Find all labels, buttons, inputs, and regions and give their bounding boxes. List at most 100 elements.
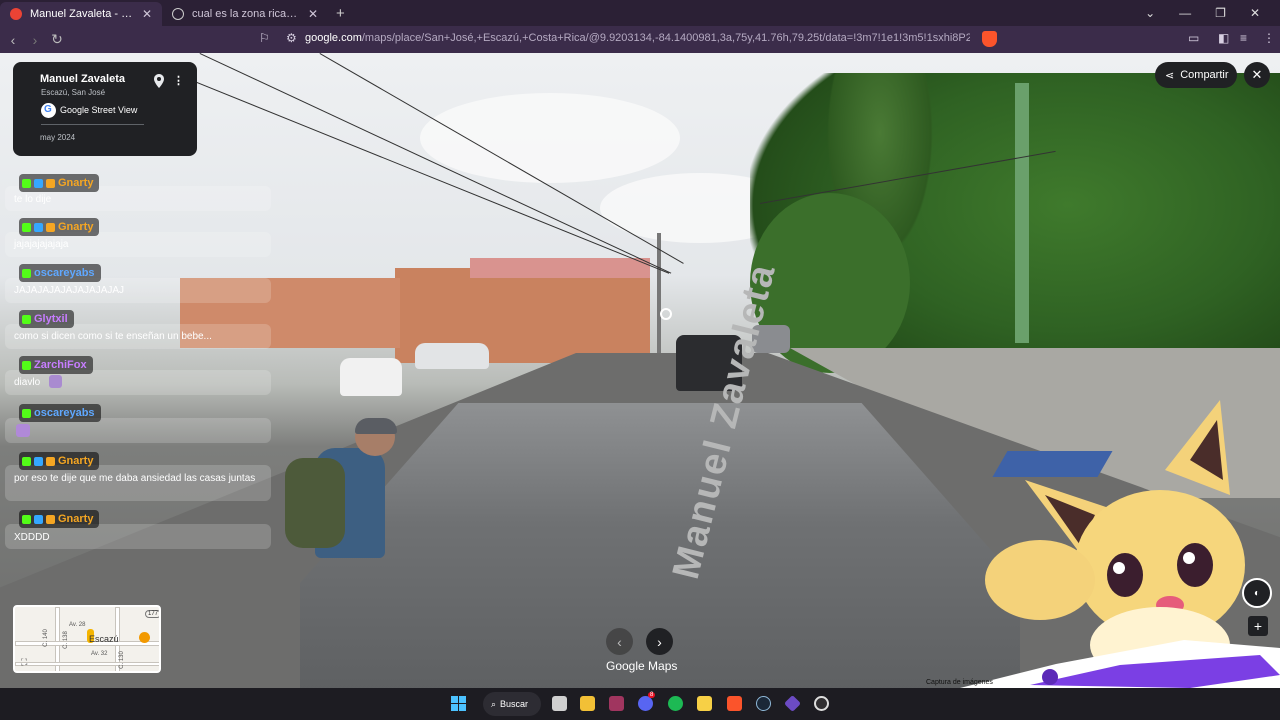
forward-button[interactable]: ›: [24, 32, 46, 48]
menu-icon[interactable]: ≡: [1240, 31, 1247, 45]
task-view-icon[interactable]: [552, 696, 567, 711]
start-tile: [459, 704, 466, 711]
kick-badge-icon: [22, 360, 31, 370]
sub-badge-icon: [34, 222, 43, 232]
start-tile: [459, 696, 466, 703]
url-host: google.com: [305, 32, 362, 44]
street-view-target-icon[interactable]: [660, 308, 672, 320]
kick-badge-icon: [22, 408, 31, 418]
window-controls: ⌄ — ❐ ✕: [1145, 0, 1280, 26]
map-street-label: C. 138: [62, 631, 69, 649]
more-icon[interactable]: ⋮: [1263, 31, 1275, 45]
url-path: /maps/place/San+José,+Escazú,+Costa+Rica…: [361, 32, 970, 44]
place-info-card: Manuel Zavaleta Escazú, San José G Googl…: [13, 62, 197, 156]
url-field[interactable]: google.com/maps/place/San+José,+Escazú,+…: [305, 32, 970, 44]
tab-close-icon[interactable]: ✕: [308, 7, 318, 21]
google-maps-logo: Google Maps: [606, 659, 678, 673]
capture-date[interactable]: may 2024: [40, 133, 75, 142]
chat-user: oscareyabs: [34, 407, 95, 419]
map-street-label: C. 140: [42, 629, 49, 647]
start-tile: [451, 704, 458, 711]
steam-icon[interactable]: [756, 696, 771, 711]
share-icon: ⋖: [1165, 69, 1175, 82]
location-pin-icon[interactable]: [154, 74, 164, 88]
spotify-icon[interactable]: [668, 696, 683, 711]
close-street-view-button[interactable]: ✕: [1244, 62, 1270, 88]
route-badge: 177: [145, 610, 159, 618]
chat-text: te lo dije: [14, 194, 52, 205]
search-favicon-icon: [172, 8, 184, 20]
cap: [355, 418, 397, 434]
brave-shield-icon[interactable]: [982, 31, 997, 47]
chat-user: Glytxil: [34, 313, 68, 325]
utility-pole: [1015, 83, 1029, 343]
discord-icon[interactable]: [638, 696, 653, 711]
chat-user: Gnarty: [58, 177, 94, 189]
chat-user: Gnarty: [58, 513, 94, 525]
chat-username: Gnarty: [19, 174, 100, 192]
tab-title: Manuel Zavaleta - Google Maps: [30, 8, 134, 20]
emote-icon: [16, 424, 30, 437]
windows-start-icon[interactable]: [451, 696, 466, 711]
maximize-button[interactable]: ❐: [1215, 6, 1226, 20]
file-explorer-icon[interactable]: [580, 696, 595, 711]
gift-badge-icon: [46, 456, 55, 466]
back-button[interactable]: ‹: [2, 32, 24, 48]
search-label: Buscar: [500, 699, 529, 709]
parked-car: [340, 358, 402, 396]
map-town-label: Escazú: [89, 634, 119, 644]
cyclist: [285, 418, 397, 618]
minimize-button[interactable]: —: [1179, 6, 1191, 20]
obs-icon[interactable]: [814, 696, 829, 711]
sticky-notes-icon[interactable]: [697, 696, 712, 711]
app-icon[interactable]: [609, 696, 624, 711]
taskbar-search[interactable]: ⌕ Buscar: [483, 692, 541, 716]
divider: [41, 124, 144, 125]
sub-badge-icon: [34, 456, 43, 466]
google-maps-favicon-icon: [10, 8, 22, 20]
tab-google-maps[interactable]: Manuel Zavaleta - Google Maps ✕: [0, 2, 162, 26]
chat-username: oscareyabs: [19, 264, 101, 282]
tab-search[interactable]: cual es la zona rica de costa rica - Bu …: [162, 2, 328, 26]
kick-badge-icon: [22, 314, 31, 324]
map-road: [15, 662, 159, 666]
expand-map-icon[interactable]: ⛶: [21, 657, 27, 668]
reload-button[interactable]: ↻: [46, 31, 68, 48]
kick-badge-icon: [22, 514, 31, 524]
previous-arrow-button[interactable]: ‹: [606, 628, 633, 655]
browser-tab-bar: Manuel Zavaleta - Google Maps ✕ cual es …: [0, 0, 1280, 26]
chat-username: Gnarty: [19, 452, 100, 470]
split-view-icon[interactable]: ◧: [1218, 31, 1229, 45]
next-arrow-button[interactable]: ›: [646, 628, 673, 655]
tab-list-icon[interactable]: ⌄: [1145, 6, 1155, 20]
chat-text: como si dicen como si te enseñan un bebe…: [14, 331, 212, 342]
place-subtitle: Escazú, San José: [41, 88, 106, 97]
map-street-label: C. 130: [118, 651, 125, 669]
chat-user: ZarchiFox: [34, 359, 87, 371]
more-options-icon[interactable]: ⋮: [173, 74, 184, 87]
chat-user: Gnarty: [58, 221, 94, 233]
share-button[interactable]: ⋖ Compartir: [1155, 62, 1237, 88]
address-bar: ‹ › ↻ ⚐ ⚙ google.com/maps/place/San+José…: [0, 26, 1280, 53]
tab-title: cual es la zona rica de costa rica - Bu: [192, 8, 300, 20]
brave-browser-icon[interactable]: [727, 696, 742, 711]
place-title[interactable]: Manuel Zavaleta: [40, 73, 125, 85]
search-icon: ⌕: [491, 698, 497, 709]
bookmark-icon[interactable]: ⚐: [259, 31, 270, 45]
chat-text: XDDDD: [14, 532, 50, 543]
parked-car: [415, 343, 489, 369]
chat-user: Gnarty: [58, 455, 94, 467]
sidebar-icon[interactable]: ▭: [1188, 31, 1199, 45]
site-settings-icon[interactable]: ⚙: [286, 31, 297, 45]
image-capture-note: Captura de imágenes: [926, 679, 993, 686]
google-logo-icon: G: [41, 103, 56, 118]
tab-close-icon[interactable]: ✕: [142, 7, 152, 21]
close-window-button[interactable]: ✕: [1250, 6, 1260, 20]
minimap[interactable]: Av. 28 Av. 32 C. 140 C. 138 C. 130 Escaz…: [13, 605, 161, 673]
building: [470, 258, 650, 278]
share-label: Compartir: [1180, 69, 1229, 81]
gift-badge-icon: [46, 222, 55, 232]
kick-badge-icon: [22, 178, 31, 188]
new-tab-button[interactable]: +: [336, 5, 345, 22]
gift-badge-icon: [46, 514, 55, 524]
